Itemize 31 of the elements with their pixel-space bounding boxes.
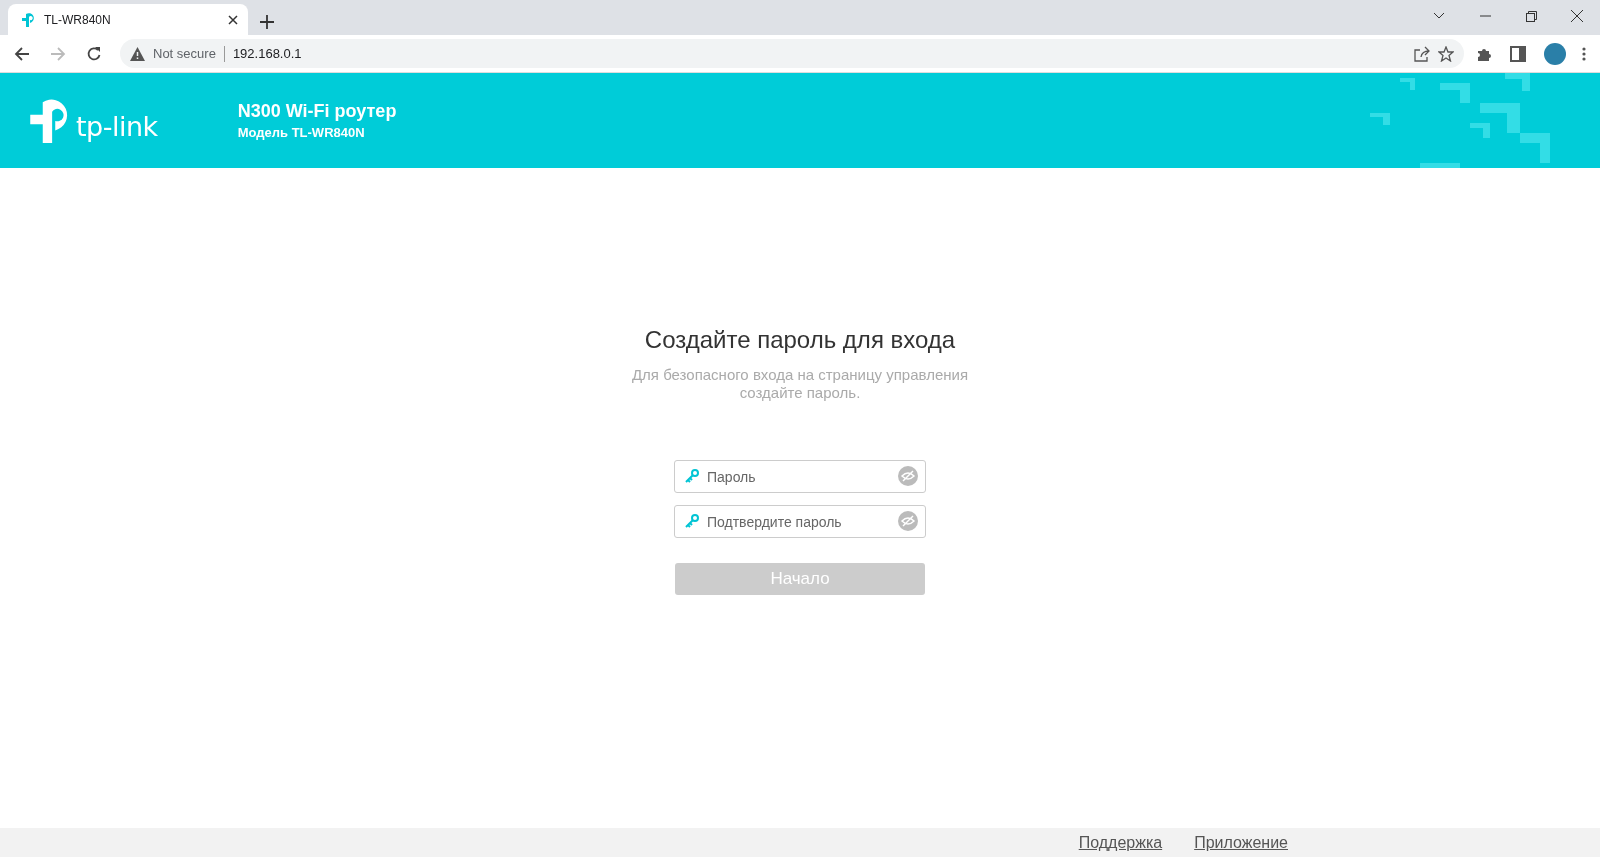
address-bar[interactable]: Not secure 192.168.0.1 bbox=[120, 39, 1464, 68]
more-menu-icon[interactable] bbox=[1582, 45, 1586, 62]
close-icon[interactable] bbox=[1571, 10, 1583, 22]
form-subtitle: Для безопасного входа на страницу управления создайте пароль. bbox=[630, 366, 970, 402]
key-icon bbox=[684, 468, 700, 484]
star-icon[interactable] bbox=[1438, 45, 1454, 62]
chevron-down-icon[interactable] bbox=[1433, 12, 1445, 20]
form-title: Создайте пароль для входа bbox=[644, 326, 956, 354]
password-field[interactable]: Подтвердите пароль bbox=[674, 505, 926, 538]
warning-icon bbox=[130, 46, 145, 61]
side-panel-icon[interactable] bbox=[1510, 45, 1526, 62]
profile-avatar[interactable] bbox=[1544, 42, 1566, 65]
logo-text: tp-link bbox=[76, 112, 158, 140]
share-icon[interactable] bbox=[1414, 45, 1430, 62]
minimize-icon[interactable] bbox=[1479, 15, 1491, 17]
reload-icon[interactable] bbox=[86, 45, 102, 62]
key-icon bbox=[684, 513, 700, 529]
product-name: N300 Wi-Fi роутер bbox=[237, 101, 397, 122]
tab-title: TL-WR840N bbox=[44, 12, 112, 27]
close-icon[interactable] bbox=[228, 14, 238, 25]
footer-link[interactable]: Поддержка bbox=[1078, 833, 1163, 852]
back-arrow-icon[interactable] bbox=[14, 45, 30, 62]
footer-link[interactable]: Приложение bbox=[1194, 833, 1288, 852]
security-label: Not secure bbox=[153, 46, 216, 61]
url-text: 192.168.0.1 bbox=[232, 46, 303, 61]
model-name: Модель TL-WR840N bbox=[237, 125, 366, 140]
browser-tab[interactable]: TL-WR840N bbox=[8, 4, 248, 35]
tp-link-favicon-icon bbox=[20, 11, 36, 28]
new-tab-icon[interactable] bbox=[260, 15, 274, 29]
password-field[interactable]: Пароль bbox=[674, 460, 926, 493]
restore-icon[interactable] bbox=[1525, 10, 1537, 22]
